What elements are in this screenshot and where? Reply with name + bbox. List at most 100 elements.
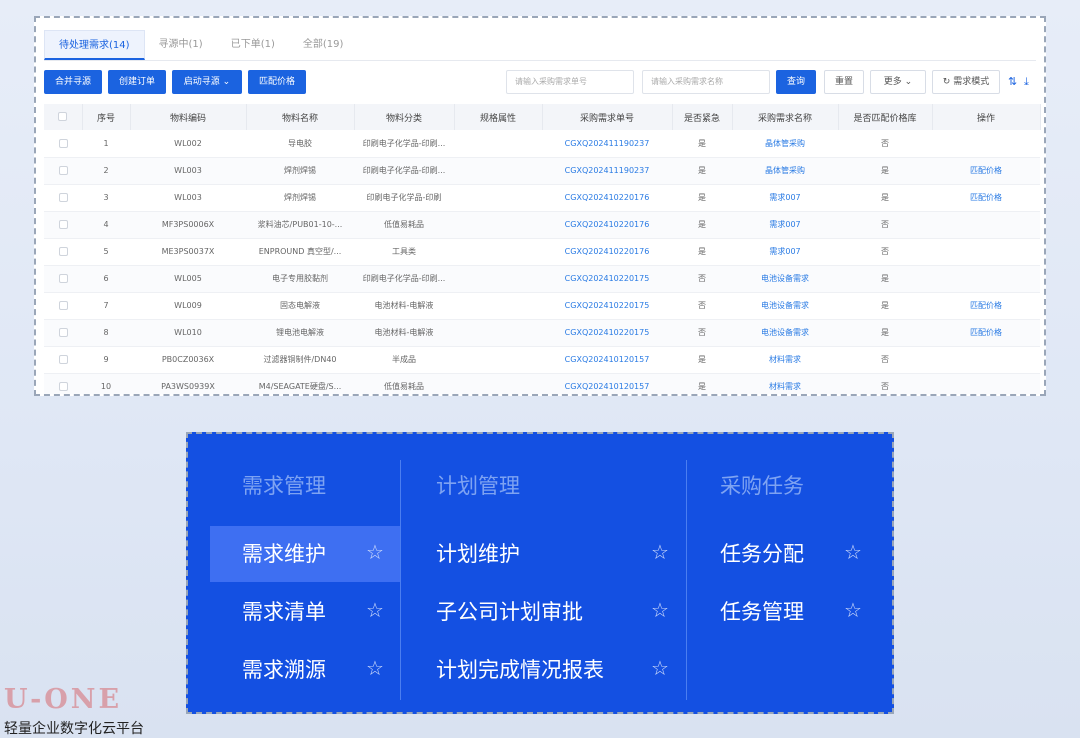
row-checkbox[interactable] xyxy=(58,193,68,202)
row-checkbox[interactable] xyxy=(58,301,68,310)
request-name-link[interactable]: 电池设备需求 xyxy=(732,292,838,320)
request-number-input[interactable]: 请输入采购需求单号 xyxy=(506,70,634,94)
row-select-cell[interactable] xyxy=(44,211,82,239)
spec-attribute xyxy=(454,319,542,347)
request-name-link[interactable]: 需求007 xyxy=(732,211,838,239)
tab-ordered[interactable]: 已下单(1) xyxy=(217,30,289,60)
menu-column-title-plan: 计划管理 xyxy=(436,474,520,498)
merge-sourcing-button[interactable]: 合并寻源 xyxy=(44,70,102,94)
request-number-link[interactable]: CGXQ202410120157 xyxy=(542,346,672,374)
column-header: 采购需求单号 xyxy=(542,104,673,130)
row-select-cell[interactable] xyxy=(44,238,82,266)
match-price-action[interactable]: 匹配价格 xyxy=(932,319,1040,347)
start-sourcing-label: 启动寻源 xyxy=(183,77,220,87)
row-checkbox[interactable] xyxy=(58,328,68,337)
tab-pending[interactable]: 待处理需求(14) xyxy=(44,30,145,60)
request-name-link[interactable]: 材料需求 xyxy=(732,346,838,374)
menu-divider xyxy=(400,460,401,700)
menu-item-task-assignment[interactable]: 任务分配 xyxy=(720,526,804,582)
match-price-action[interactable]: 匹配价格 xyxy=(932,184,1040,212)
material-name: 锂电池电解液 xyxy=(246,319,354,347)
row-checkbox[interactable] xyxy=(58,166,68,175)
toolbar: 合并寻源 创建订单 启动寻源 ⌄ 匹配价格 请输入采购需求单号 请输入采购需求名… xyxy=(44,70,1040,94)
price-matched-flag: 否 xyxy=(838,238,932,266)
request-number-link[interactable]: CGXQ202410220176 xyxy=(542,184,672,212)
menu-item-task-management[interactable]: 任务管理 xyxy=(720,584,804,640)
request-number-link[interactable]: CGXQ202410220175 xyxy=(542,292,672,320)
request-name-link[interactable]: 需求007 xyxy=(732,238,838,266)
urgent-flag: 否 xyxy=(672,292,732,320)
reset-button[interactable]: 重置 xyxy=(824,70,864,94)
star-icon[interactable]: ☆ xyxy=(651,540,669,564)
request-name-link[interactable]: 晶体管采购 xyxy=(732,130,838,158)
tab-all[interactable]: 全部(19) xyxy=(289,30,358,60)
request-name-link[interactable]: 电池设备需求 xyxy=(732,265,838,293)
menu-item-plan-maintenance[interactable]: 计划维护 xyxy=(436,526,520,582)
create-order-button[interactable]: 创建订单 xyxy=(108,70,166,94)
row-checkbox[interactable] xyxy=(58,274,68,283)
menu-column-title-demand: 需求管理 xyxy=(242,474,326,498)
star-icon[interactable]: ☆ xyxy=(651,598,669,622)
row-checkbox[interactable] xyxy=(58,247,68,256)
request-number-link[interactable]: CGXQ202411190237 xyxy=(542,130,672,158)
row-select-cell[interactable] xyxy=(44,157,82,185)
material-category: 印刷电子化学品-印刷... xyxy=(354,157,454,185)
start-sourcing-button[interactable]: 启动寻源 ⌄ xyxy=(172,70,242,94)
row-checkbox[interactable] xyxy=(58,382,68,391)
row-select-cell[interactable] xyxy=(44,346,82,374)
menu-item-plan-completion-report[interactable]: 计划完成情况报表 xyxy=(436,642,604,698)
row-checkbox[interactable] xyxy=(58,138,68,148)
u-one-logo: U-ONE xyxy=(4,684,123,715)
request-number-link[interactable]: CGXQ202411190237 xyxy=(542,157,672,185)
request-number-link[interactable]: CGXQ202410220175 xyxy=(542,319,672,347)
request-number-link[interactable]: CGXQ202410220176 xyxy=(542,211,672,239)
download-icon[interactable]: ⤓ xyxy=(1024,75,1029,89)
row-select-cell[interactable] xyxy=(44,130,82,158)
material-category: 低值易耗品 xyxy=(354,211,454,239)
match-price-action[interactable] xyxy=(932,211,1040,239)
more-button[interactable]: 更多 ⌄ xyxy=(870,70,926,94)
row-checkbox[interactable] xyxy=(58,355,68,364)
demand-mode-button[interactable]: ↻ 需求模式 xyxy=(932,70,1000,94)
row-select-cell[interactable] xyxy=(44,319,82,347)
tab-sourcing[interactable]: 寻源中(1) xyxy=(145,30,217,60)
star-icon[interactable]: ☆ xyxy=(844,598,862,622)
request-number-link[interactable]: CGXQ202410220176 xyxy=(542,238,672,266)
match-price-action[interactable]: 匹配价格 xyxy=(932,292,1040,320)
request-number-link[interactable]: CGXQ202410120157 xyxy=(542,373,672,394)
request-name-link[interactable]: 需求007 xyxy=(732,184,838,212)
urgent-flag: 是 xyxy=(672,238,732,266)
request-name-link[interactable]: 材料需求 xyxy=(732,373,838,394)
row-select-cell[interactable] xyxy=(44,184,82,212)
match-price-action[interactable] xyxy=(932,346,1040,374)
price-matched-flag: 否 xyxy=(838,211,932,239)
menu-item-subsidiary-plan-approval[interactable]: 子公司计划审批 xyxy=(436,584,583,640)
request-number-link[interactable]: CGXQ202410220175 xyxy=(542,265,672,293)
star-icon[interactable]: ☆ xyxy=(366,656,384,680)
row-select-cell[interactable] xyxy=(44,292,82,320)
select-all-header[interactable] xyxy=(44,104,83,130)
row-select-cell[interactable] xyxy=(44,265,82,293)
row-checkbox[interactable] xyxy=(58,220,68,229)
row-select-cell[interactable] xyxy=(44,373,82,394)
match-price-action[interactable] xyxy=(932,265,1040,293)
match-price-action[interactable] xyxy=(932,238,1040,266)
query-button[interactable]: 查询 xyxy=(776,70,816,94)
match-price-action[interactable] xyxy=(932,373,1040,394)
star-icon[interactable]: ☆ xyxy=(844,540,862,564)
refresh-icon: ↻ xyxy=(942,77,951,87)
star-icon[interactable]: ☆ xyxy=(366,598,384,622)
match-price-button[interactable]: 匹配价格 xyxy=(248,70,306,94)
material-code: WL002 xyxy=(130,130,246,158)
select-all-checkbox[interactable] xyxy=(58,112,68,121)
material-name: M4/SEAGATE硬盘/S... xyxy=(246,373,354,394)
match-price-action[interactable]: 匹配价格 xyxy=(932,157,1040,185)
match-price-action[interactable] xyxy=(932,130,1040,158)
star-icon[interactable]: ☆ xyxy=(366,540,384,564)
star-icon[interactable]: ☆ xyxy=(651,656,669,680)
spec-attribute xyxy=(454,184,542,212)
request-name-link[interactable]: 电池设备需求 xyxy=(732,319,838,347)
sort-icon[interactable]: ⇅ xyxy=(1008,75,1017,88)
request-name-input[interactable]: 请输入采购需求名称 xyxy=(642,70,770,94)
request-name-link[interactable]: 晶体管采购 xyxy=(732,157,838,185)
